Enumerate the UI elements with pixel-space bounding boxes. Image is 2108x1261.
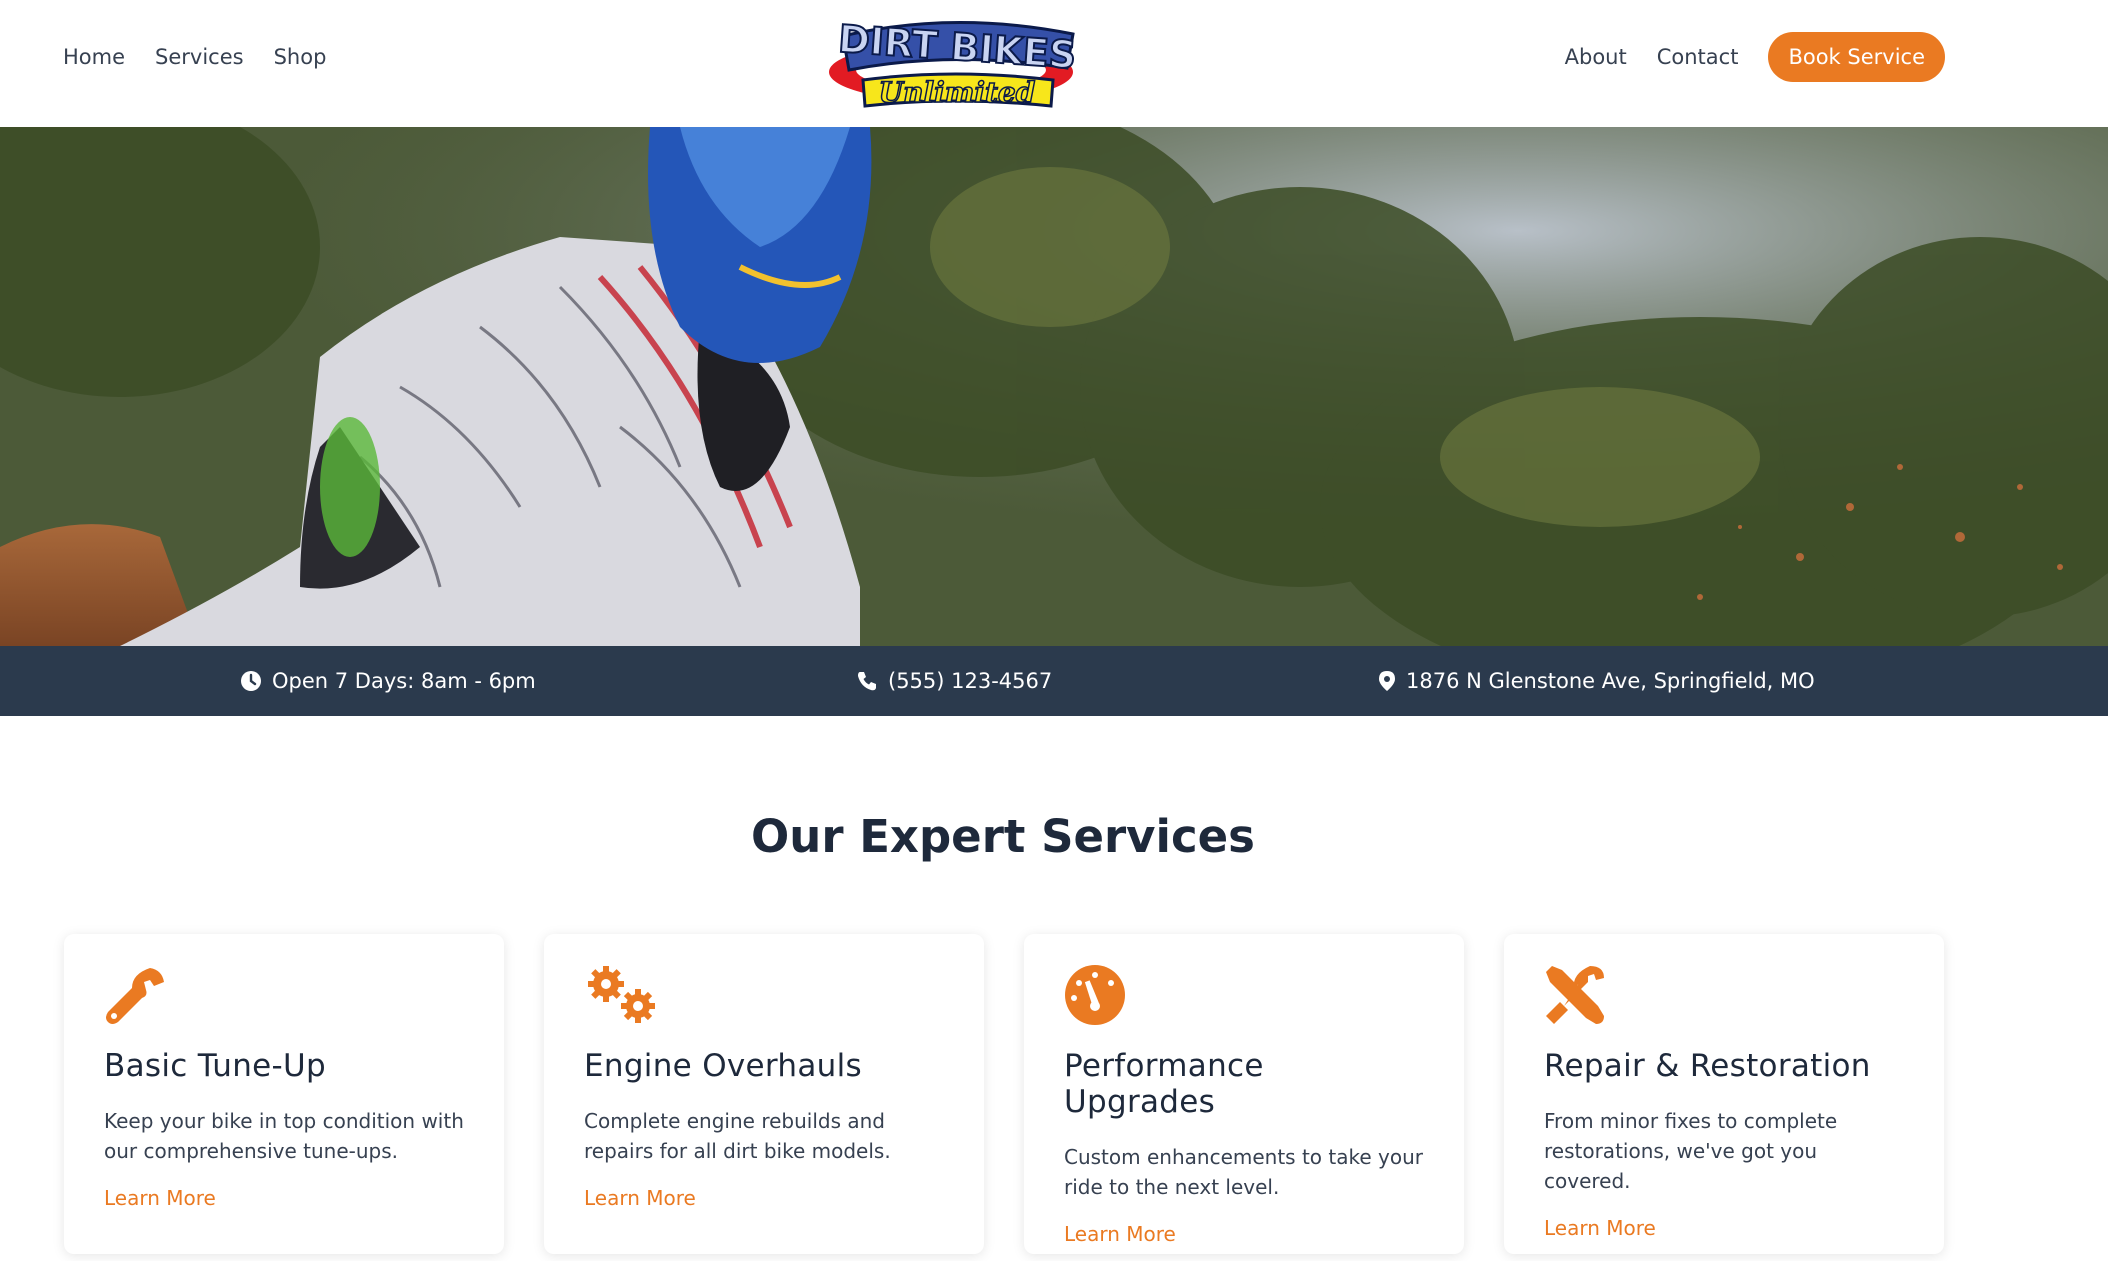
svg-text:Unlimited: Unlimited bbox=[879, 76, 1036, 109]
service-card-engine-overhauls: Engine Overhauls Complete engine rebuild… bbox=[544, 934, 984, 1254]
card-description: Custom enhancements to take your ride to… bbox=[1064, 1145, 1423, 1199]
hours-item: Open 7 Days: 8am - 6pm bbox=[240, 646, 536, 716]
card-title: Performance Upgrades bbox=[1064, 1048, 1264, 1120]
address-item[interactable]: 1876 N Glenstone Ave, Springfield, MO bbox=[1378, 646, 1815, 716]
card-title: Repair & Restoration bbox=[1544, 1048, 1871, 1084]
wrench-icon bbox=[106, 968, 164, 1024]
gears-icon bbox=[588, 966, 655, 1023]
nav-home[interactable]: Home bbox=[63, 40, 125, 74]
service-card-tune-up: Basic Tune-Up Keep your bike in top cond… bbox=[64, 934, 504, 1254]
card-description: Keep your bike in top condition with our… bbox=[104, 1109, 464, 1163]
phone-item[interactable]: (555) 123-4567 bbox=[856, 646, 1052, 716]
logo-graphic: DIRT BIKES Unlimited bbox=[829, 16, 1079, 110]
card-title: Basic Tune-Up bbox=[104, 1048, 326, 1084]
service-card-performance-upgrades: Performance Upgrades Custom enhancements… bbox=[1024, 934, 1464, 1254]
primary-nav: Home Services Shop bbox=[63, 40, 326, 74]
service-card-repair-restoration: Repair & Restoration From minor fixes to… bbox=[1504, 934, 1944, 1254]
phone-icon bbox=[858, 672, 876, 691]
nav-about[interactable]: About bbox=[1565, 40, 1627, 74]
site-logo[interactable]: DIRT BIKES Unlimited bbox=[823, 6, 1087, 110]
learn-more-link[interactable]: Learn More bbox=[1064, 1222, 1176, 1246]
tools-icon bbox=[1546, 966, 1604, 1024]
services-title: Our Expert Services bbox=[751, 810, 1255, 863]
hero-image bbox=[0, 127, 2108, 646]
location-pin-icon bbox=[1379, 671, 1395, 691]
info-bar: Open 7 Days: 8am - 6pm (555) 123-4567 18… bbox=[0, 646, 2108, 716]
learn-more-link[interactable]: Learn More bbox=[104, 1186, 216, 1210]
hours-text: Open 7 Days: 8am - 6pm bbox=[272, 669, 536, 693]
clock-icon bbox=[241, 671, 261, 691]
learn-more-link[interactable]: Learn More bbox=[584, 1186, 696, 1210]
secondary-nav: About Contact Book Service bbox=[1565, 32, 1945, 82]
card-description: Complete engine rebuilds and repairs for… bbox=[584, 1109, 891, 1163]
nav-shop[interactable]: Shop bbox=[274, 40, 327, 74]
hero-photo-illustration bbox=[0, 127, 2108, 646]
address-text[interactable]: 1876 N Glenstone Ave, Springfield, MO bbox=[1406, 669, 1815, 693]
book-service-button[interactable]: Book Service bbox=[1768, 32, 1945, 82]
nav-contact[interactable]: Contact bbox=[1657, 40, 1739, 74]
nav-services[interactable]: Services bbox=[155, 40, 244, 74]
gauge-icon bbox=[1065, 965, 1125, 1025]
card-title: Engine Overhauls bbox=[584, 1048, 862, 1084]
learn-more-link[interactable]: Learn More bbox=[1544, 1216, 1656, 1240]
phone-text[interactable]: (555) 123-4567 bbox=[888, 669, 1052, 693]
card-description: From minor fixes to complete restoration… bbox=[1544, 1109, 1838, 1193]
site-header: Home Services Shop DIRT BIKES Unlimited … bbox=[0, 0, 2108, 127]
